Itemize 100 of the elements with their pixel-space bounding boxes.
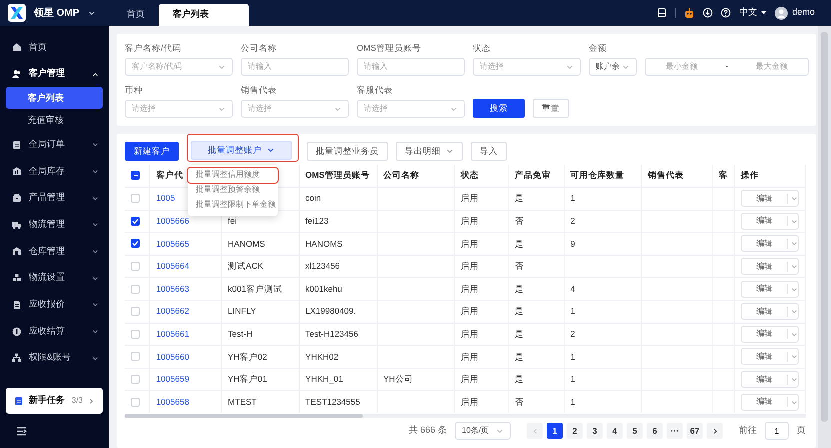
select-field[interactable]: 账户余 <box>589 58 637 76</box>
sidebar-item[interactable]: 物流设置 <box>0 264 109 292</box>
customer-code-link[interactable]: 1005660 <box>156 352 190 362</box>
page-size-select[interactable]: 10条/页 <box>455 422 511 440</box>
page-button[interactable]: 2 <box>567 423 583 439</box>
page-button[interactable]: 1 <box>547 423 563 439</box>
sidebar-item[interactable]: 产品管理 <box>0 184 109 212</box>
tab[interactable]: 客户列表 <box>159 4 249 26</box>
field-label: 状态 <box>473 42 492 55</box>
row-checkbox[interactable] <box>131 216 140 226</box>
edit-button[interactable]: 编辑 <box>740 212 799 230</box>
table-cell: k001kehu <box>306 284 342 294</box>
task-card[interactable]: 新手任务 3/3 <box>6 388 103 414</box>
table-cell: 启用 <box>461 216 480 226</box>
customer-code-link[interactable]: 1005666 <box>156 216 190 226</box>
row-checkbox[interactable] <box>131 239 140 248</box>
table-cell: xl123456 <box>306 261 340 272</box>
brand-name[interactable]: 领星 OMP <box>34 6 80 20</box>
table-cell: LX19980409. <box>306 306 356 316</box>
edit-button[interactable]: 编辑 <box>740 394 799 411</box>
warehouse-chart-icon <box>12 166 22 176</box>
avatar-icon[interactable] <box>775 6 788 20</box>
customer-code-link[interactable]: 1005664 <box>156 261 190 272</box>
user-name[interactable]: demo <box>792 6 815 20</box>
sidebar-subitem[interactable]: 客户列表 <box>6 87 103 110</box>
truck-icon <box>12 220 22 230</box>
chevron-down-icon <box>790 353 798 360</box>
page-button[interactable]: 4 <box>607 423 623 439</box>
menu-item[interactable]: 批量调整预警余额 <box>188 182 278 198</box>
page-button[interactable]: ··· <box>667 423 683 439</box>
reset-button[interactable]: 重置 <box>533 98 569 118</box>
page-button[interactable]: 3 <box>587 423 603 439</box>
table-cell: 9 <box>570 238 576 249</box>
goto-label: 前往 <box>739 424 757 438</box>
chevron-down-icon <box>790 240 798 248</box>
sidebar-item[interactable]: 应收结算 <box>0 318 109 345</box>
chevron-down-icon <box>92 168 99 175</box>
edit-button[interactable]: 编辑 <box>740 303 799 320</box>
customer-code-link[interactable]: 1005662 <box>156 306 190 316</box>
table-cell: 是 <box>514 352 524 362</box>
menu-item[interactable]: 批量调整限制下单金额 <box>188 198 278 212</box>
range-field[interactable]: 最小金额 - 最大金额 <box>645 58 809 76</box>
sidebar-item[interactable]: 应收报价 <box>0 292 109 318</box>
customer-code-link[interactable]: 1005661 <box>156 328 190 339</box>
table-cell: fei <box>228 216 238 226</box>
table-cell: 启用 <box>461 397 480 408</box>
page-button[interactable]: 6 <box>647 423 663 439</box>
goto-page-field[interactable]: 1 <box>765 422 789 440</box>
customer-code-link[interactable]: 1005 <box>156 193 176 204</box>
chevron-down-icon <box>92 248 99 255</box>
edit-button[interactable]: 编辑 <box>740 190 799 208</box>
sidebar-item[interactable]: 仓库管理 <box>0 238 109 265</box>
edit-button[interactable]: 编辑 <box>740 258 799 276</box>
customer-code-link[interactable]: 1005659 <box>156 374 190 384</box>
menu-item[interactable]: 批量调整信用额度 <box>188 168 278 182</box>
caret-down-icon <box>761 10 768 16</box>
menu-icon[interactable] <box>16 426 27 437</box>
chevron-down-icon <box>92 354 99 362</box>
table-cell: coin <box>306 193 322 204</box>
toolbar-button[interactable]: 批量调整业务员 <box>307 142 388 160</box>
edit-button[interactable]: 编辑 <box>740 235 799 252</box>
sidebar-item[interactable]: 权限&账号 <box>0 344 109 372</box>
sidebar-subitem[interactable]: 充值审核 <box>6 109 103 132</box>
tab[interactable]: 首页 <box>113 4 159 26</box>
select-all-checkbox[interactable] <box>131 171 140 180</box>
edit-button[interactable]: 编辑 <box>740 326 799 343</box>
sidebar-item[interactable]: 全局库存 <box>0 158 109 185</box>
toolbar-button[interactable]: 批量调整账户 <box>191 140 292 160</box>
customer-code-link[interactable]: 1005658 <box>156 397 190 408</box>
sidebar-item[interactable]: 首页 <box>0 34 109 61</box>
edit-button[interactable]: 编辑 <box>740 280 799 298</box>
edit-button[interactable]: 编辑 <box>740 371 799 388</box>
customer-code-link[interactable]: 1005665 <box>156 238 190 249</box>
home-icon <box>12 42 22 52</box>
next-page-button[interactable] <box>707 423 723 439</box>
sidebar-item[interactable]: 全局订单 <box>0 131 109 158</box>
toolbar-button[interactable]: 导入 <box>471 142 507 160</box>
table-cell: 是 <box>514 284 524 294</box>
scrollbar-thumb[interactable] <box>821 32 828 422</box>
field-label: OMS管理员账号 <box>357 42 422 55</box>
toolbar-button[interactable]: 新建客户 <box>125 142 179 160</box>
language-selector[interactable]: 中文 <box>739 6 768 20</box>
clipboard-icon <box>14 396 24 406</box>
logo-icon[interactable] <box>8 4 26 22</box>
robot-icon[interactable] <box>684 8 696 18</box>
hierarchy-icon <box>12 353 22 364</box>
toolbar-button[interactable]: 导出明细 <box>396 142 463 160</box>
inbox-icon[interactable] <box>657 8 668 18</box>
table-cell: 测试ACK <box>228 261 264 272</box>
table-cell: 1 <box>570 374 576 384</box>
page-button[interactable]: 5 <box>627 423 643 439</box>
sidebar-item[interactable]: 物流管理 <box>0 211 109 238</box>
customer-code-link[interactable]: 1005663 <box>156 284 190 294</box>
edit-button[interactable]: 编辑 <box>740 348 799 366</box>
download-icon[interactable] <box>703 8 714 18</box>
page-button[interactable]: 67 <box>687 423 703 439</box>
help-icon[interactable] <box>721 8 732 18</box>
search-button[interactable]: 搜索 <box>473 98 525 118</box>
sidebar-item[interactable]: 客户管理 <box>0 60 109 88</box>
table-cell: 启用 <box>461 352 480 362</box>
